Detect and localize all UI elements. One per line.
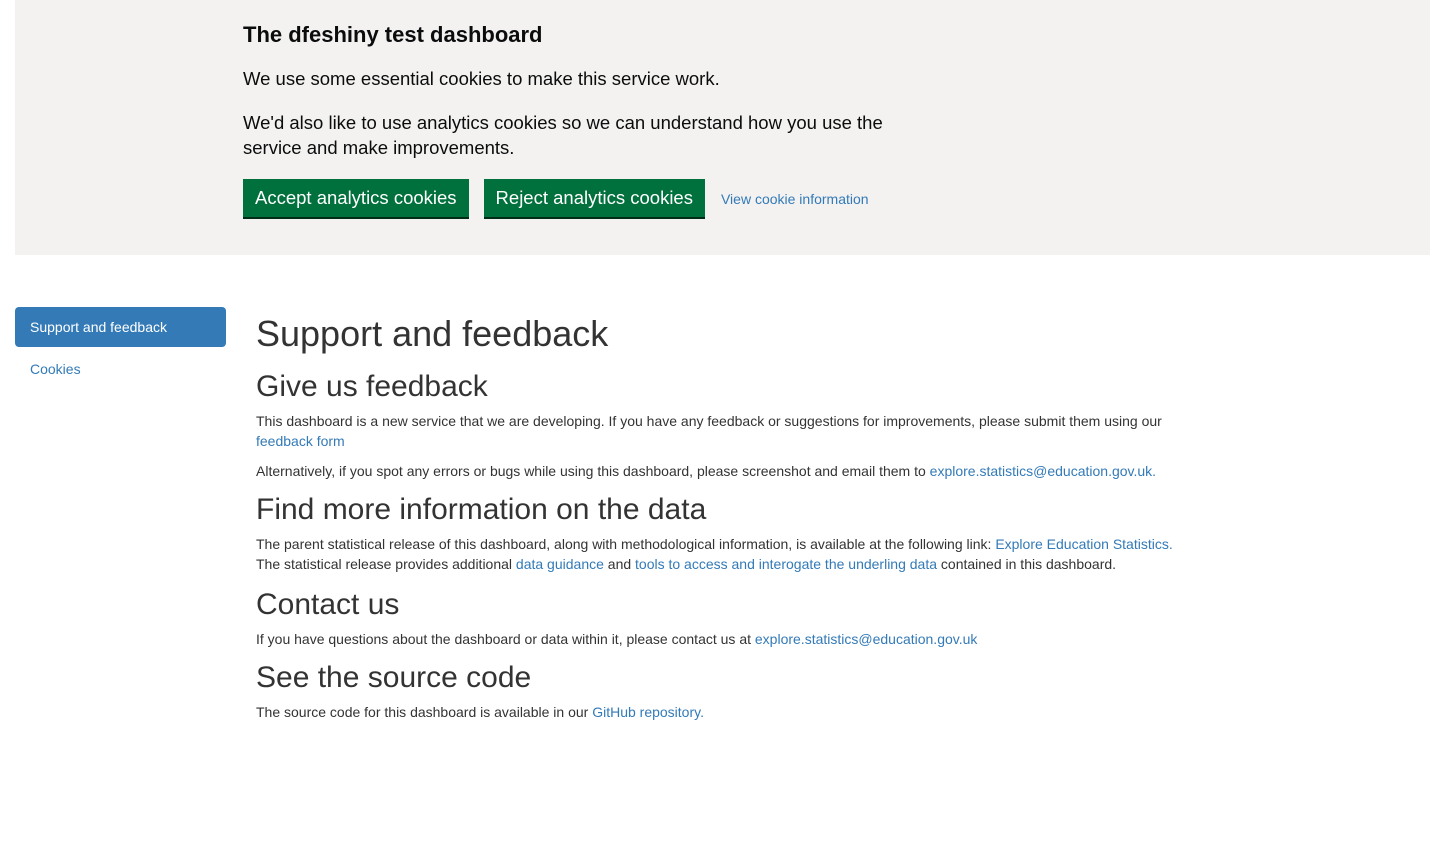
more-info-paragraph: The parent statistical release of this d… — [256, 534, 1186, 574]
sidebar-item-cookies[interactable]: Cookies — [15, 349, 226, 389]
feedback-text: This dashboard is a new service that we … — [256, 413, 1162, 429]
explore-education-statistics-link-end[interactable]: . — [1169, 536, 1173, 552]
feedback-paragraph: This dashboard is a new service that we … — [256, 411, 1186, 451]
main-content: Support and feedback Give us feedback Th… — [256, 312, 1186, 733]
source-code-text: The source code for this dashboard is av… — [256, 704, 593, 720]
bugs-email-link-end[interactable]: . — [1152, 463, 1156, 479]
tools-access-data-link[interactable]: tools to access and interogate the under… — [635, 556, 937, 572]
cookie-banner-text-analytics: We'd also like to use analytics cookies … — [243, 112, 883, 158]
sidebar-nav: Support and feedback Cookies — [15, 307, 226, 391]
more-info-section: Find more information on the data The pa… — [256, 492, 1186, 574]
page-title: Support and feedback — [256, 313, 609, 354]
release-end-text: contained in this dashboard. — [937, 556, 1117, 572]
cookie-banner: The dfeshiny test dashboard We use some … — [15, 0, 1430, 255]
more-info-heading: Find more information on the data — [256, 493, 707, 526]
github-repository-link[interactable]: GitHub repository — [592, 704, 700, 720]
cookie-banner-actions: Accept analytics cookies Reject analytic… — [243, 179, 893, 217]
cookie-banner-text-essential: We use some essential cookies to make th… — [243, 68, 720, 89]
release-and-text: and — [603, 556, 636, 572]
bugs-text: Alternatively, if you spot any errors or… — [256, 463, 930, 479]
cookie-banner-title: The dfeshiny test dashboard — [243, 22, 543, 47]
source-code-heading: See the source code — [256, 661, 532, 694]
feedback-form-link[interactable]: feedback form — [256, 433, 345, 449]
source-code-section: See the source code The source code for … — [256, 660, 1186, 722]
data-guidance-link[interactable]: data guidance — [516, 556, 604, 572]
contact-email-link[interactable]: explore.statistics@education.gov.uk — [755, 631, 978, 647]
feedback-heading: Give us feedback — [256, 370, 488, 403]
source-code-paragraph: The source code for this dashboard is av… — [256, 702, 1186, 722]
reject-analytics-cookies-button[interactable]: Reject analytics cookies — [483, 179, 705, 217]
accept-analytics-cookies-button[interactable]: Accept analytics cookies — [243, 179, 469, 217]
cookie-banner-content: The dfeshiny test dashboard We use some … — [243, 20, 893, 217]
bugs-email-link[interactable]: explore.statistics@education.gov.uk — [930, 463, 1153, 479]
release-text: The statistical release provides additio… — [256, 556, 516, 572]
contact-paragraph: If you have questions about the dashboar… — [256, 629, 1186, 649]
more-info-text: The parent statistical release of this d… — [256, 536, 996, 552]
contact-text: If you have questions about the dashboar… — [256, 631, 755, 647]
github-repository-link-end[interactable]: . — [700, 704, 704, 720]
sidebar-item-support-and-feedback[interactable]: Support and feedback — [15, 307, 226, 347]
view-cookie-information-link[interactable]: View cookie information — [721, 191, 869, 207]
feedback-section: Give us feedback This dashboard is a new… — [256, 369, 1186, 481]
contact-heading: Contact us — [256, 588, 400, 621]
explore-education-statistics-link[interactable]: Explore Education Statistics — [995, 536, 1169, 552]
contact-section: Contact us If you have questions about t… — [256, 587, 1186, 649]
bugs-paragraph: Alternatively, if you spot any errors or… — [256, 461, 1186, 481]
